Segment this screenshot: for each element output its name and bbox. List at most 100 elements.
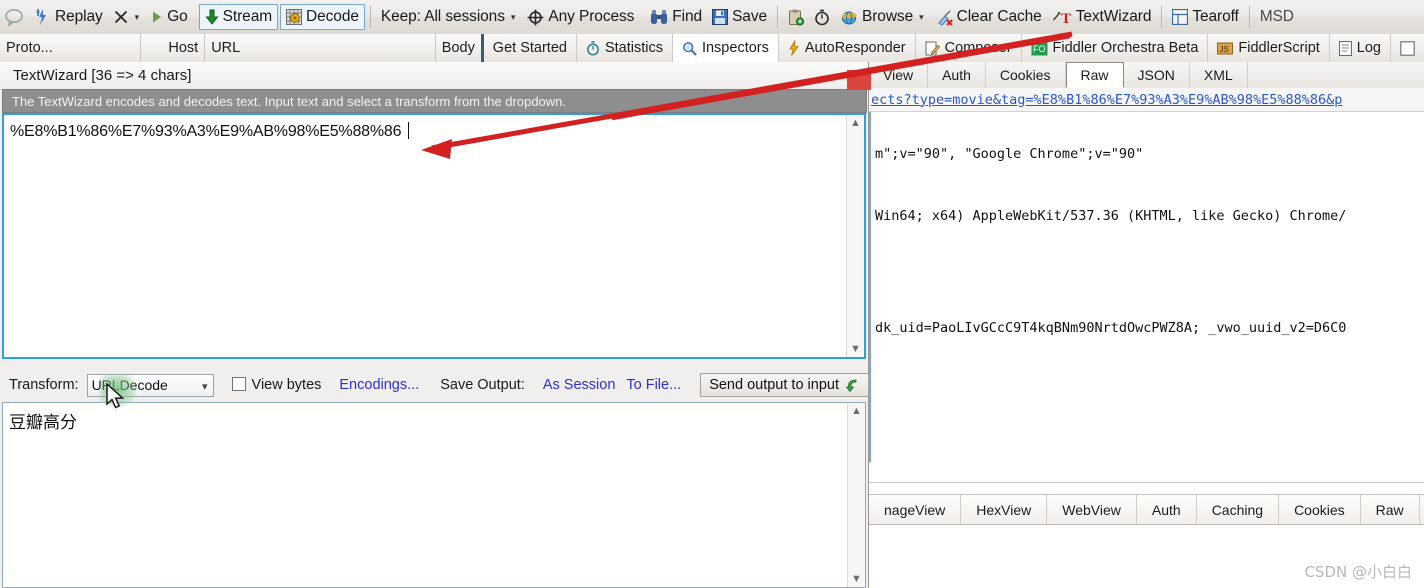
replay-label: Replay xyxy=(55,8,103,25)
bottom-tab-caching[interactable]: Caching xyxy=(1197,495,1280,524)
bottom-tab-raw[interactable]: Raw xyxy=(1361,495,1420,524)
clipboard-button[interactable] xyxy=(783,3,809,31)
go-button[interactable]: Go xyxy=(146,3,192,31)
remove-dropdown-caret[interactable]: ▾ xyxy=(133,12,142,23)
scroll-down-icon[interactable]: ▼ xyxy=(851,571,862,587)
to-file-link[interactable]: To File... xyxy=(626,377,681,393)
inspector-tab-xml-label: XML xyxy=(1203,67,1233,83)
binoculars-icon xyxy=(650,9,668,25)
inspector-tab-raw[interactable]: Raw xyxy=(1065,62,1124,88)
bottom-tab-webview[interactable]: WebView xyxy=(1047,495,1137,524)
toolbar-divider-2 xyxy=(777,6,778,28)
output-vertical-scrollbar[interactable]: ▲ ▼ xyxy=(847,403,865,587)
x-mark-icon xyxy=(113,9,129,25)
floppy-disk-icon xyxy=(712,9,729,25)
find-label: Find xyxy=(672,8,703,25)
secondary-tabrow: Proto... Host URL Body Get Started Stati… xyxy=(0,34,1424,63)
textwizard-button[interactable]: T TextWizard xyxy=(1047,3,1157,31)
tab-composer[interactable]: Composer xyxy=(915,34,1022,62)
chevron-down-icon[interactable]: ▾ xyxy=(202,380,208,393)
checkbox-icon xyxy=(1400,40,1415,56)
textwizard-T-icon: T xyxy=(1052,9,1072,26)
svg-text:JS: JS xyxy=(1220,45,1229,54)
keep-sessions-label: Keep: All sessions xyxy=(380,8,505,25)
transform-selected-value: URLDecode xyxy=(91,377,168,393)
browse-dropdown-caret[interactable]: ▾ xyxy=(917,12,926,23)
tab-fiddlerscript[interactable]: JS FiddlerScript xyxy=(1208,34,1330,62)
bottom-tab-cookies-label: Cookies xyxy=(1294,501,1345,518)
inspector-tab-cookies[interactable]: Cookies xyxy=(986,62,1066,88)
scroll-down-icon[interactable]: ▼ xyxy=(850,341,861,357)
raw-request-body[interactable]: m";v="90", "Google Chrome";v="90" Win64;… xyxy=(869,112,1424,462)
column-proto-label: Proto... xyxy=(6,40,53,56)
textwizard-hint-text: The TextWizard encodes and decodes text.… xyxy=(12,93,567,109)
save-output-label: Save Output: xyxy=(440,377,525,393)
column-header-body[interactable]: Body xyxy=(435,34,481,62)
replay-button[interactable]: Replay xyxy=(30,3,108,31)
textwizard-input-area[interactable]: %E8%B1%86%E7%93%A3%E9%AB%98%E5%88%86 ▲ ▼ xyxy=(2,113,866,359)
textwizard-titlebar: TextWizard [36 => 4 chars] xyxy=(0,62,868,90)
request-url-text: ects?type=movie&tag=%E8%B1%86%E7%93%A3%E… xyxy=(871,91,1343,108)
main-toolbar: Replay ▾ Go Stream Decode Keep: All sess… xyxy=(0,0,1424,35)
textwizard-label: TextWizard xyxy=(1075,8,1152,25)
save-button[interactable]: Save xyxy=(707,3,772,31)
scroll-up-icon[interactable]: ▲ xyxy=(850,115,861,131)
textwizard-output-area[interactable]: 豆瓣高分 ▲ ▼ xyxy=(2,402,866,588)
encodings-link[interactable]: Encodings... xyxy=(339,377,419,393)
bottom-tab-imageview-label: nageView xyxy=(884,501,946,518)
inspector-tab-view[interactable]: View xyxy=(869,62,929,88)
transform-select[interactable]: URLDecode ▾ xyxy=(86,373,214,397)
textwizard-controls: Transform: URLDecode ▾ View bytes Encodi… xyxy=(0,369,869,401)
request-url-line[interactable]: ects?type=movie&tag=%E8%B1%86%E7%93%A3%E… xyxy=(869,88,1424,112)
send-output-label: Send output to input xyxy=(709,377,839,393)
textwizard-window: TextWizard [36 => 4 chars] The TextWizar… xyxy=(0,62,869,588)
tab-overflow-checkbox[interactable] xyxy=(1391,34,1424,62)
browse-button[interactable]: Browse ▾ xyxy=(835,3,931,31)
clear-cache-button[interactable]: Clear Cache xyxy=(931,3,1047,31)
stopwatch-icon xyxy=(814,9,830,26)
tab-statistics[interactable]: Statistics xyxy=(576,34,673,62)
tab-autoresponder-label: AutoResponder xyxy=(804,40,906,56)
tab-fiddlerscript-label: FiddlerScript xyxy=(1238,40,1320,56)
inspector-tab-auth-label: Auth xyxy=(942,67,971,83)
bottom-tab-hexview-label: HexView xyxy=(976,501,1032,518)
log-page-icon xyxy=(1338,40,1352,56)
timer-button[interactable] xyxy=(809,3,835,31)
return-arrow-icon xyxy=(845,378,860,393)
inspector-tab-xml[interactable]: XML xyxy=(1190,62,1248,88)
inspector-tab-json[interactable]: JSON xyxy=(1124,62,1190,88)
checkbox-icon[interactable] xyxy=(231,377,246,391)
send-output-to-input-button[interactable]: Send output to input xyxy=(700,373,869,397)
as-session-link[interactable]: As Session xyxy=(543,377,616,393)
tab-log[interactable]: Log xyxy=(1329,34,1391,62)
input-vertical-scrollbar[interactable]: ▲ ▼ xyxy=(846,115,864,357)
toolbar-divider-1 xyxy=(369,6,371,28)
keep-dropdown-caret[interactable]: ▾ xyxy=(509,12,518,23)
remove-button[interactable]: ▾ xyxy=(108,3,147,31)
bottom-tab-imageview[interactable]: nageView xyxy=(869,495,962,524)
keep-sessions-dropdown[interactable]: Keep: All sessions ▾ xyxy=(376,3,523,31)
tab-autoresponder[interactable]: AutoResponder xyxy=(778,34,916,62)
tab-get-started[interactable]: Get Started xyxy=(483,34,577,62)
tab-fiddler-orchestra[interactable]: FO Fiddler Orchestra Beta xyxy=(1021,34,1209,62)
msdn-label: MSD xyxy=(1259,8,1294,25)
textwizard-output-value: 豆瓣高分 xyxy=(9,413,77,433)
column-header-url[interactable]: URL xyxy=(205,34,436,62)
comment-button[interactable] xyxy=(0,3,30,31)
inspector-tab-auth[interactable]: Auth xyxy=(928,62,986,88)
bottom-tab-hexview[interactable]: HexView xyxy=(961,495,1048,524)
bottom-tab-auth[interactable]: Auth xyxy=(1137,495,1197,524)
bottom-tab-cookies[interactable]: Cookies xyxy=(1279,495,1361,524)
stream-toggle[interactable]: Stream xyxy=(198,4,279,30)
tab-inspectors[interactable]: Inspectors xyxy=(672,34,779,62)
column-header-host[interactable]: Host xyxy=(141,34,206,62)
msdn-button[interactable]: MSD xyxy=(1255,3,1299,31)
scroll-up-icon[interactable]: ▲ xyxy=(851,403,862,419)
crosshair-icon xyxy=(527,9,544,26)
find-button[interactable]: Find xyxy=(645,3,707,31)
any-process-button[interactable]: Any Process xyxy=(522,3,639,31)
tearoff-button[interactable]: Tearoff xyxy=(1167,3,1243,31)
column-header-proto[interactable]: Proto... xyxy=(0,34,142,62)
decode-toggle[interactable]: Decode xyxy=(280,4,365,30)
view-bytes-checkbox[interactable]: View bytes xyxy=(231,377,321,393)
